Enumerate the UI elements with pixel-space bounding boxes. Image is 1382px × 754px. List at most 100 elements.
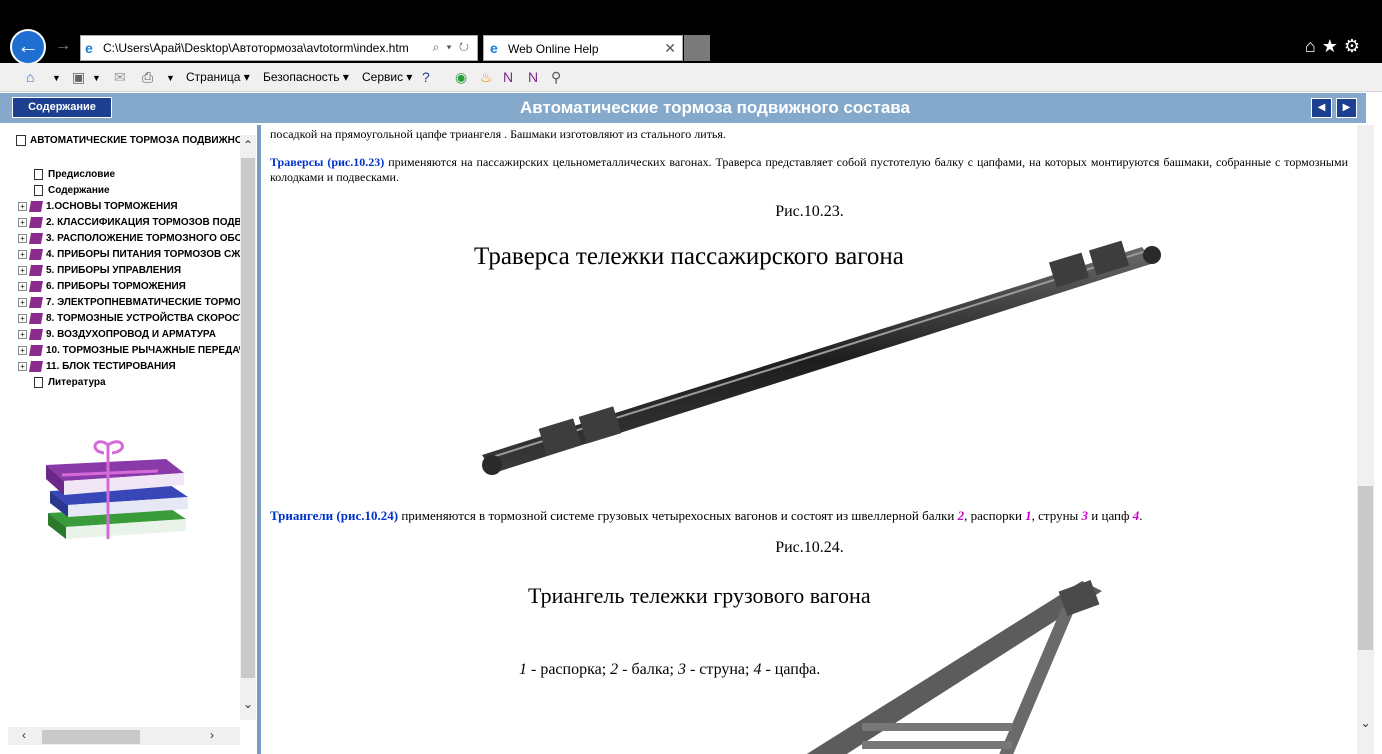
- book-icon: [29, 329, 43, 340]
- expand-plus-icon[interactable]: +: [18, 330, 27, 339]
- arrow-left-icon: ←: [17, 33, 39, 58]
- expand-plus-icon[interactable]: +: [18, 314, 27, 323]
- book-icon: [29, 345, 43, 356]
- browser-titlebar: ← → e C:\Users\Арай\Desktop\Автотормоза\…: [0, 0, 1382, 65]
- mail-icon[interactable]: ✉: [114, 69, 126, 86]
- toc-horizontal-scroll-thumb[interactable]: [42, 730, 140, 744]
- content-vertical-scroll-thumb[interactable]: [1358, 486, 1373, 650]
- favorites-star-icon[interactable]: ★: [1322, 36, 1344, 56]
- tab-close-icon[interactable]: ✕: [664, 40, 676, 57]
- chevron-right-icon[interactable]: ›: [210, 728, 214, 742]
- expand-plus-icon[interactable]: +: [18, 202, 27, 211]
- content-chevron-down-icon[interactable]: ⌄: [1357, 716, 1374, 730]
- book-icon: [29, 233, 43, 244]
- expand-plus-icon[interactable]: +: [18, 234, 27, 243]
- address-url[interactable]: C:\Users\Арай\Desktop\Автотормоза\avtoto…: [103, 41, 409, 55]
- page-icon: [34, 377, 43, 388]
- figure-caption-10-24: Рис.10.24.: [775, 539, 844, 556]
- toc-item-ch3[interactable]: +3. РАСПОЛОЖЕНИЕ ТОРМОЗНОГО ОБОРУДОВАНИЯ: [18, 233, 256, 244]
- page-title: Автоматические тормоза подвижного состав…: [520, 98, 910, 117]
- ie-page-icon: e: [85, 40, 93, 56]
- address-bar[interactable]: e C:\Users\Арай\Desktop\Автотормоза\avto…: [80, 35, 478, 61]
- book-icon: [29, 201, 43, 212]
- toc-item-ch5[interactable]: +5. ПРИБОРЫ УПРАВЛЕНИЯ: [18, 265, 181, 276]
- expand-plus-icon[interactable]: +: [18, 250, 27, 259]
- feeds-icon[interactable]: ▣: [72, 69, 85, 86]
- addon-onenote2-icon[interactable]: N: [528, 69, 538, 85]
- book-icon: [29, 361, 43, 372]
- link-fig-10-24[interactable]: Триангели (рис.10.24): [270, 508, 398, 523]
- page-icon: [34, 169, 43, 180]
- toc-item-ch9[interactable]: +9. ВОЗДУХОПРОВОД И АРМАТУРА: [18, 329, 216, 340]
- toc-item-preface[interactable]: Предисловие: [34, 169, 115, 180]
- expand-plus-icon[interactable]: +: [18, 362, 27, 371]
- expand-plus-icon[interactable]: +: [18, 346, 27, 355]
- tab-title: Web Online Help: [508, 42, 599, 56]
- expand-plus-icon[interactable]: +: [18, 282, 27, 291]
- chevron-down-icon[interactable]: ⌄: [240, 697, 256, 711]
- expand-plus-icon[interactable]: +: [18, 298, 27, 307]
- toc-vertical-scroll-thumb[interactable]: [241, 158, 255, 678]
- toc-root[interactable]: АВТОМАТИЧЕСКИЕ ТОРМОЗА ПОДВИЖНОГО СОСТАВ…: [16, 135, 256, 146]
- address-controls[interactable]: ⌕ ▾ ↻: [432, 40, 471, 55]
- book-icon: [29, 313, 43, 324]
- feeds-dropdown-icon[interactable]: ▼: [92, 73, 101, 83]
- addon-java-icon[interactable]: ♨: [480, 69, 493, 86]
- toc-item-ch2[interactable]: +2. КЛАССИФИКАЦИЯ ТОРМОЗОВ ПОДВИЖНОГО СО…: [18, 217, 256, 228]
- addon-research-icon[interactable]: ⚲: [551, 69, 561, 86]
- expand-plus-icon[interactable]: +: [18, 218, 27, 227]
- book-icon: [29, 265, 43, 276]
- chevron-up-icon[interactable]: ⌃: [240, 138, 256, 152]
- content-pane: посадкой на прямоугольной цапфе триангел…: [262, 125, 1357, 754]
- menu-service[interactable]: Сервис ▾: [362, 70, 412, 84]
- forward-button[interactable]: →: [55, 37, 71, 55]
- addon-onenote-icon[interactable]: N: [503, 69, 513, 85]
- toc-item-ch4[interactable]: +4. ПРИБОРЫ ПИТАНИЯ ТОРМОЗОВ СЖАТЫМ ВОЗД…: [18, 249, 256, 260]
- book-icon: [29, 281, 43, 292]
- pane-splitter[interactable]: [257, 125, 261, 754]
- paragraph-triangle: Триангели (рис.10.24) применяются в торм…: [270, 508, 1143, 523]
- stacked-books-logo-icon: [46, 440, 188, 539]
- print-dropdown-icon[interactable]: ▼: [166, 73, 175, 83]
- link-fig-10-23[interactable]: Траверсы (рис.10.23): [270, 155, 384, 169]
- help-icon[interactable]: ?: [422, 69, 430, 85]
- toc-pane: АВТОМАТИЧЕСКИЕ ТОРМОЗА ПОДВИЖНОГО СОСТАВ…: [8, 125, 256, 745]
- new-tab-button[interactable]: [684, 35, 710, 61]
- contents-button[interactable]: Содержание: [12, 97, 112, 118]
- paragraph-traverse: Траверсы (рис.10.23) применяются на пасс…: [270, 155, 1348, 184]
- chevron-left-icon[interactable]: ‹: [22, 728, 26, 742]
- book-icon: [29, 297, 43, 308]
- menu-page[interactable]: Страница ▾: [186, 70, 250, 84]
- tab-web-online-help[interactable]: e Web Online Help ✕: [483, 35, 683, 61]
- next-topic-icon[interactable]: ▶: [1336, 98, 1357, 118]
- book-icon: [29, 249, 43, 260]
- toc-item-ch10[interactable]: +10. ТОРМОЗНЫЕ РЫЧАЖНЫЕ ПЕРЕДАЧИ: [18, 345, 253, 356]
- toc-item-literature[interactable]: Литература: [34, 377, 106, 388]
- book-icon: [29, 217, 43, 228]
- home-icon[interactable]: ⌂: [1305, 36, 1322, 56]
- home-toolbar-icon[interactable]: ⌂: [26, 69, 34, 85]
- print-icon[interactable]: ⎙: [142, 69, 153, 86]
- page-icon: [34, 185, 43, 196]
- browser-right-icons: ⌂★⚙: [1305, 36, 1366, 57]
- menu-security[interactable]: Безопасность ▾: [263, 70, 349, 84]
- command-bar: ⌂ ▼ ▣ ▼ ✉ ⎙ ▼ Страница ▾ Безопасность ▾ …: [0, 63, 1382, 92]
- toc-item-ch11[interactable]: +11. БЛОК ТЕСТИРОВАНИЯ: [18, 361, 176, 372]
- content-vertical-scrollbar[interactable]: [1357, 125, 1374, 754]
- home-dropdown-icon[interactable]: ▼: [52, 73, 61, 83]
- expand-plus-icon[interactable]: +: [18, 266, 27, 275]
- traverse-illustration: [482, 240, 1161, 475]
- back-button[interactable]: ←: [10, 29, 46, 65]
- toc-item-ch6[interactable]: +6. ПРИБОРЫ ТОРМОЖЕНИЯ: [18, 281, 186, 292]
- figure-legend-triangle: 1 - распорка; 2 - балка; 3 - струна; 4 -…: [519, 661, 821, 678]
- toc-item-contents[interactable]: Содержание: [34, 185, 110, 196]
- prev-topic-icon[interactable]: ◀: [1311, 98, 1332, 118]
- open-book-icon: [16, 135, 26, 146]
- arrow-right-icon: →: [55, 37, 71, 54]
- toc-item-ch1[interactable]: +1.ОСНОВЫ ТОРМОЖЕНИЯ: [18, 201, 178, 212]
- addon-circle-icon[interactable]: ◉: [455, 69, 467, 86]
- settings-gear-icon[interactable]: ⚙: [1344, 36, 1366, 56]
- toc-item-ch8[interactable]: +8. ТОРМОЗНЫЕ УСТРОЙСТВА СКОРОСТНОГО ПОД…: [18, 313, 256, 324]
- toc-item-ch7[interactable]: +7. ЭЛЕКТРОПНЕВМАТИЧЕСКИЕ ТОРМОЗА: [18, 297, 254, 308]
- figure-caption-10-23: Рис.10.23.: [775, 203, 844, 220]
